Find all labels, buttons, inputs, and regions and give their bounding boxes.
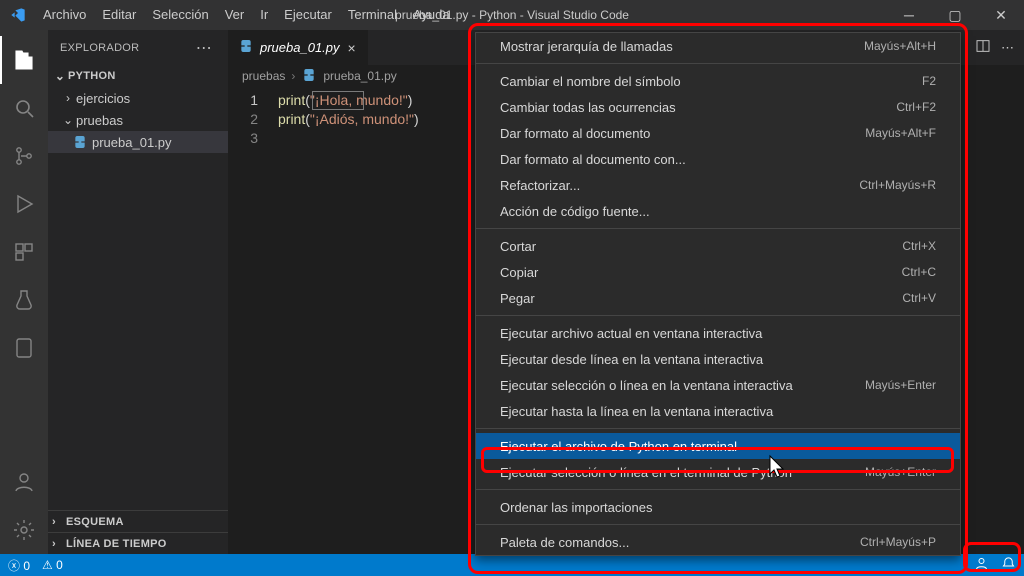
testing-icon[interactable] bbox=[0, 276, 48, 324]
context-menu-item[interactable]: Ejecutar selección o línea en la ventana… bbox=[476, 372, 960, 398]
tree-file[interactable]: prueba_01.py bbox=[48, 131, 228, 153]
more-actions-icon[interactable]: ⋯ bbox=[1001, 40, 1014, 56]
sidebar-title: EXPLORADOR bbox=[60, 42, 139, 54]
extensions-icon[interactable] bbox=[0, 228, 48, 276]
python-file-icon bbox=[238, 38, 254, 57]
menu-editar[interactable]: Editar bbox=[94, 0, 144, 30]
sidebar-explorer: EXPLORADOR ⋯ ⌄PYTHON ›ejercicios ⌄prueba… bbox=[48, 30, 228, 554]
menu-ayuda[interactable]: Ayuda bbox=[405, 0, 458, 30]
context-menu-item[interactable]: CortarCtrl+X bbox=[476, 233, 960, 259]
context-menu-item[interactable]: Paleta de comandos...Ctrl+Mayús+P bbox=[476, 529, 960, 555]
notifications-icon[interactable] bbox=[1001, 556, 1016, 574]
more-icon[interactable]: ⋯ bbox=[192, 38, 216, 58]
maximize-button[interactable]: ▢ bbox=[932, 0, 978, 30]
window-controls: ─ ▢ ✕ bbox=[886, 0, 1024, 30]
run-debug-icon[interactable] bbox=[0, 180, 48, 228]
context-menu-item[interactable]: Refactorizar...Ctrl+Mayús+R bbox=[476, 172, 960, 198]
outline-section[interactable]: ›ESQUEMA bbox=[48, 510, 228, 532]
context-menu-item[interactable]: Dar formato al documento con... bbox=[476, 146, 960, 172]
editor-tab[interactable]: prueba_01.py × bbox=[228, 30, 369, 65]
status-errors[interactable]: ⓧ 0 bbox=[8, 557, 30, 574]
tree-folder[interactable]: ›ejercicios bbox=[48, 87, 228, 109]
context-menu-item[interactable]: Ejecutar desde línea en la ventana inter… bbox=[476, 346, 960, 372]
menu-ir[interactable]: Ir bbox=[252, 0, 276, 30]
activity-bar bbox=[0, 30, 48, 554]
menu-selección[interactable]: Selección bbox=[144, 0, 216, 30]
context-menu-item[interactable]: Cambiar todas las ocurrenciasCtrl+F2 bbox=[476, 94, 960, 120]
titlebar: ArchivoEditarSelecciónVerIrEjecutarTermi… bbox=[0, 0, 1024, 30]
tab-close-icon[interactable]: × bbox=[346, 40, 358, 56]
vscode-logo-icon bbox=[0, 7, 35, 23]
status-warnings[interactable]: ⚠ 0 bbox=[42, 558, 63, 572]
close-button[interactable]: ✕ bbox=[978, 0, 1024, 30]
tree-root[interactable]: ⌄PYTHON bbox=[48, 65, 228, 87]
file-tree: ⌄PYTHON ›ejercicios ⌄pruebas prueba_01.p… bbox=[48, 65, 228, 153]
status-bar: ⓧ 0 ⚠ 0 bbox=[0, 554, 1024, 576]
context-menu: Mostrar jerarquía de llamadasMayús+Alt+H… bbox=[475, 32, 961, 556]
context-menu-item[interactable]: CopiarCtrl+C bbox=[476, 259, 960, 285]
context-menu-item[interactable]: Ejecutar hasta la línea en la ventana in… bbox=[476, 398, 960, 424]
split-editor-icon[interactable] bbox=[975, 38, 991, 57]
context-menu-item[interactable]: Ordenar las importaciones bbox=[476, 494, 960, 520]
menu-ver[interactable]: Ver bbox=[217, 0, 253, 30]
context-menu-item[interactable]: PegarCtrl+V bbox=[476, 285, 960, 311]
menu-archivo[interactable]: Archivo bbox=[35, 0, 94, 30]
context-menu-item[interactable]: Acción de código fuente... bbox=[476, 198, 960, 224]
chevron-right-icon: › bbox=[291, 69, 295, 83]
python-file-icon bbox=[72, 134, 88, 150]
explorer-icon[interactable] bbox=[0, 36, 48, 84]
context-menu-item[interactable]: Ejecutar el archivo de Python en termina… bbox=[476, 433, 960, 459]
context-menu-item[interactable]: Mostrar jerarquía de llamadasMayús+Alt+H bbox=[476, 33, 960, 59]
minimize-button[interactable]: ─ bbox=[886, 0, 932, 30]
search-icon[interactable] bbox=[0, 84, 48, 132]
settings-icon[interactable] bbox=[0, 506, 48, 554]
context-menu-item[interactable]: Cambiar el nombre del símboloF2 bbox=[476, 68, 960, 94]
context-menu-item[interactable]: Ejecutar selección o línea en el termina… bbox=[476, 459, 960, 485]
menubar: ArchivoEditarSelecciónVerIrEjecutarTermi… bbox=[35, 0, 458, 30]
account-icon[interactable] bbox=[0, 458, 48, 506]
timeline-section[interactable]: ›LÍNEA DE TIEMPO bbox=[48, 532, 228, 554]
tree-folder[interactable]: ⌄pruebas bbox=[48, 109, 228, 131]
context-menu-item[interactable]: Dar formato al documentoMayús+Alt+F bbox=[476, 120, 960, 146]
menu-terminal[interactable]: Terminal bbox=[340, 0, 405, 30]
source-control-icon[interactable] bbox=[0, 132, 48, 180]
device-icon[interactable] bbox=[0, 324, 48, 372]
menu-ejecutar[interactable]: Ejecutar bbox=[276, 0, 340, 30]
python-file-icon bbox=[301, 67, 317, 86]
context-menu-item[interactable]: Ejecutar archivo actual en ventana inter… bbox=[476, 320, 960, 346]
feedback-icon[interactable] bbox=[974, 556, 989, 574]
